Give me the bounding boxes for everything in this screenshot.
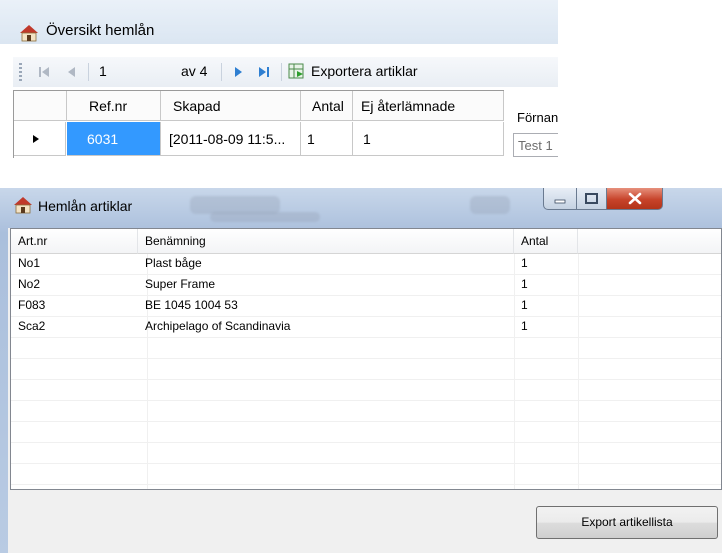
item-name: Super Frame: [145, 277, 216, 291]
row-header-corner: [14, 91, 67, 121]
item-qty: 1: [521, 298, 528, 312]
list-item[interactable]: F083 BE 1045 1004 53 1: [11, 296, 721, 317]
move-next-icon[interactable]: [231, 65, 245, 79]
navigator-toolbar: 1 av 4 Exportera artiklar: [13, 57, 558, 87]
export-article-list-button[interactable]: Export artikellista: [536, 506, 718, 539]
cell-ref[interactable]: 6031: [67, 122, 161, 156]
item-qty: 1: [521, 277, 528, 291]
list-item[interactable]: Sca2 Archipelago of Scandinavia 1: [11, 317, 721, 338]
item-name: BE 1045 1004 53: [145, 298, 238, 312]
empty-row: [11, 422, 721, 443]
cell-not-returned[interactable]: 1: [353, 122, 504, 156]
move-previous-icon[interactable]: [65, 65, 79, 79]
overview-title-bar[interactable]: Översikt hemlån: [0, 0, 558, 44]
toolbar-separator: [88, 63, 89, 81]
column-header-qty[interactable]: Antal: [514, 229, 578, 254]
item-art-nr: No2: [18, 277, 41, 291]
column-header-ref[interactable]: Ref.nr: [67, 91, 161, 121]
empty-row: [11, 380, 721, 401]
minimize-icon: [554, 199, 566, 204]
empty-row: [11, 443, 721, 464]
total-count-label: av 4: [181, 63, 208, 79]
overview-title: Översikt hemlån: [46, 22, 155, 39]
empty-row: [11, 401, 721, 422]
side-field-input[interactable]: Test 1: [513, 133, 558, 157]
loans-grid: Ref.nr Skapad Antal Ej återlämnade 6031 …: [13, 90, 504, 158]
move-last-icon[interactable]: [257, 65, 271, 79]
background-blur: [470, 196, 510, 214]
background-blur: [210, 212, 320, 222]
current-row-arrow-icon: [33, 135, 39, 143]
export-articles-button[interactable]: Exportera artiklar: [311, 61, 418, 81]
row-selector[interactable]: [14, 122, 66, 156]
item-art-nr: No1: [18, 256, 41, 270]
item-name: Plast båge: [145, 256, 202, 270]
item-qty: 1: [521, 319, 528, 333]
articles-title: Hemlån artiklar: [38, 198, 133, 214]
maximize-icon: [585, 193, 598, 204]
close-icon: [628, 192, 642, 205]
cell-count[interactable]: 1: [301, 122, 353, 156]
column-header-filler: [578, 229, 721, 254]
item-name: Archipelago of Scandinavia: [145, 319, 291, 333]
cell-created[interactable]: [2011-08-09 11:5...: [161, 122, 301, 156]
articles-window: Hemlån artiklar Art.nr Benämning Antal N…: [0, 188, 722, 553]
column-header-not-returned[interactable]: Ej återlämnade: [353, 91, 504, 121]
house-icon: [20, 25, 38, 42]
item-qty: 1: [521, 256, 528, 270]
house-icon: [14, 197, 32, 214]
side-field-label: Förnan: [517, 110, 558, 125]
empty-row: [11, 338, 721, 359]
maximize-button[interactable]: [577, 188, 607, 210]
empty-row: [11, 464, 721, 485]
list-item[interactable]: No1 Plast båge 1: [11, 254, 721, 275]
column-header-name[interactable]: Benämning: [138, 229, 514, 254]
list-item[interactable]: No2 Super Frame 1: [11, 275, 721, 296]
position-field[interactable]: 1: [99, 61, 107, 81]
column-header-art-nr[interactable]: Art.nr: [11, 229, 138, 254]
export-excel-icon[interactable]: [288, 62, 306, 80]
column-header-created[interactable]: Skapad: [161, 91, 301, 121]
column-header-count[interactable]: Antal: [301, 91, 353, 121]
close-button[interactable]: [607, 188, 663, 210]
toolbar-separator: [221, 63, 222, 81]
overview-window: Översikt hemlån 1 av 4 Exportera artikla…: [0, 0, 558, 158]
empty-row: [11, 359, 721, 380]
minimize-button[interactable]: [543, 188, 577, 210]
toolbar-grip[interactable]: [19, 63, 22, 83]
articles-list: Art.nr Benämning Antal No1 Plast båge 1 …: [10, 228, 722, 490]
articles-client-area: Art.nr Benämning Antal No1 Plast båge 1 …: [8, 228, 722, 553]
item-art-nr: Sca2: [18, 319, 46, 333]
item-art-nr: F083: [18, 298, 46, 312]
move-first-icon[interactable]: [37, 65, 51, 79]
toolbar-separator: [281, 63, 282, 81]
